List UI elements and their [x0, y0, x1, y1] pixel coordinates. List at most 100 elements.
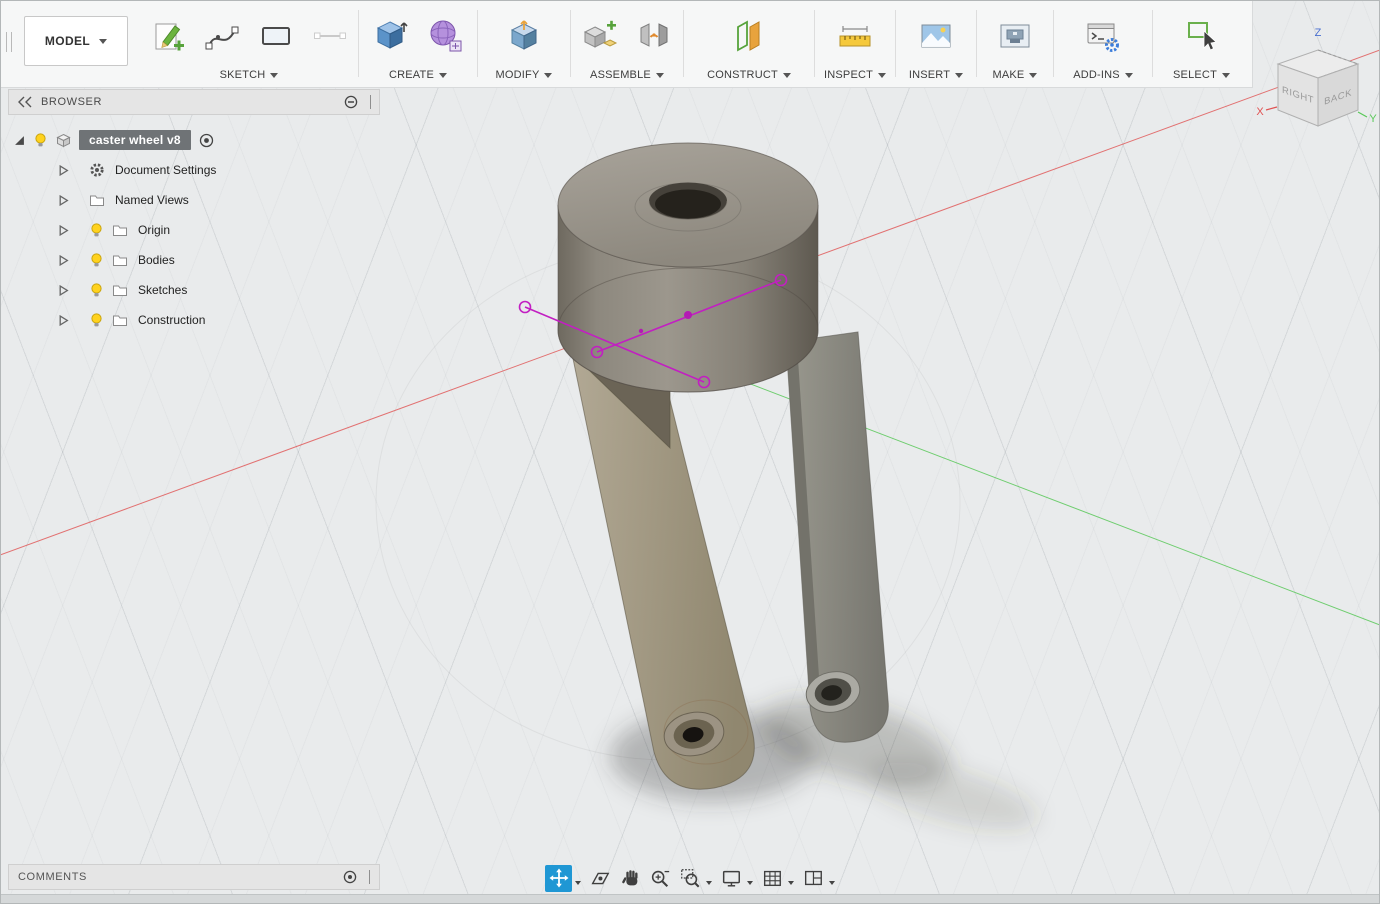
create-box-button[interactable] — [370, 15, 412, 57]
expand-closed-icon[interactable] — [58, 194, 69, 206]
browser-row-root[interactable]: caster wheel v8 — [8, 125, 380, 155]
comments-resize-grip[interactable] — [369, 870, 370, 884]
measure-icon — [839, 25, 871, 46]
look-at-button[interactable] — [586, 865, 613, 892]
cylinder-bore — [648, 182, 728, 220]
pan-hand-button[interactable] — [616, 865, 643, 892]
construct-menu[interactable]: CONSTRUCT — [702, 66, 796, 84]
viewcube-axis-y-label: Y — [1369, 113, 1377, 125]
viewcube-axis-x-label: X — [1256, 106, 1264, 118]
insert-menu[interactable]: INSERT — [904, 66, 968, 84]
pan-move-button[interactable] — [545, 864, 572, 892]
display-settings-icon — [722, 870, 740, 887]
root-item-label[interactable]: caster wheel v8 — [79, 130, 191, 150]
chevron-down-icon — [99, 38, 108, 44]
tree-item-label[interactable]: Origin — [136, 223, 170, 237]
scripts-addins-button[interactable] — [1082, 15, 1124, 57]
spline-button[interactable] — [201, 15, 243, 57]
comments-expand-icon[interactable] — [343, 870, 357, 884]
addins-menu[interactable]: ADD-INS — [1068, 66, 1138, 84]
construction-plane-button[interactable] — [728, 15, 770, 57]
viewports-button[interactable] — [799, 865, 826, 892]
ribbon-group-create: CREATE — [359, 0, 477, 87]
chevron-down-icon — [878, 72, 887, 78]
expand-closed-icon[interactable] — [58, 254, 69, 266]
browser-row-bodies[interactable]: Bodies — [8, 245, 380, 275]
expand-closed-icon[interactable] — [58, 284, 69, 296]
browser-row-origin[interactable]: Origin — [8, 215, 380, 245]
display-settings-button[interactable] — [717, 865, 744, 892]
sketch-midpoint[interactable] — [638, 328, 644, 334]
zoom-button[interactable] — [646, 865, 673, 892]
zoom-window-button[interactable] — [676, 865, 703, 892]
expand-closed-icon[interactable] — [58, 314, 69, 326]
tree-item-label[interactable]: Sketches — [136, 283, 187, 297]
activate-component-radio-icon[interactable] — [199, 133, 214, 148]
tree-item-label[interactable]: Bodies — [136, 253, 175, 267]
press-pull-button[interactable] — [503, 15, 545, 57]
sketch-menu[interactable]: SKETCH — [215, 66, 284, 84]
insert-menu-label: INSERT — [908, 69, 951, 81]
create-form-icon — [430, 20, 462, 51]
visibility-bulb-icon[interactable] — [89, 282, 104, 298]
ribbon-group-select: SELECT — [1153, 0, 1250, 87]
viewcube-x-axis-tick — [1265, 106, 1278, 111]
zoom-menu-caret[interactable] — [706, 881, 712, 885]
select-menu[interactable]: SELECT — [1168, 66, 1235, 84]
chevron-down-icon — [270, 72, 279, 78]
create-form-button[interactable] — [424, 15, 466, 57]
rectangle-tool-button[interactable] — [255, 15, 297, 57]
grid-menu-caret[interactable] — [788, 881, 794, 885]
browser-row-named-views[interactable]: Named Views — [8, 185, 380, 215]
display-menu-caret[interactable] — [747, 881, 753, 885]
create-sketch-button[interactable] — [147, 15, 189, 57]
tree-item-label[interactable]: Named Views — [113, 193, 189, 207]
tree-item-label[interactable]: Construction — [136, 313, 205, 327]
chevron-down-icon — [782, 72, 791, 78]
viewcube-y-axis-tick — [1357, 111, 1368, 118]
assemble-menu[interactable]: ASSEMBLE — [585, 66, 669, 84]
measure-button[interactable] — [834, 15, 876, 57]
toolbar-grip[interactable] — [6, 32, 12, 52]
canvas-icon — [921, 24, 951, 47]
new-component-button[interactable] — [579, 15, 621, 57]
viewcube[interactable]: Z RIGHT BACK X Y — [1250, 20, 1380, 138]
panel-resize-grip[interactable] — [370, 95, 371, 109]
create-menu[interactable]: CREATE — [384, 66, 452, 84]
zoom-window-icon — [680, 869, 699, 888]
browser-title: BROWSER — [41, 96, 103, 108]
visibility-bulb-icon[interactable] — [89, 312, 104, 328]
collapse-panel-icon[interactable] — [17, 96, 33, 108]
expand-closed-icon[interactable] — [58, 224, 69, 236]
modify-menu[interactable]: MODIFY — [491, 66, 558, 84]
navigation-toolbar — [545, 864, 837, 892]
visibility-bulb-icon[interactable] — [89, 252, 104, 268]
panel-minimize-icon[interactable] — [344, 95, 358, 109]
expand-open-icon[interactable] — [14, 135, 25, 146]
browser-header[interactable]: BROWSER — [8, 89, 380, 115]
make-menu[interactable]: MAKE — [988, 66, 1043, 84]
browser-row-construction[interactable]: Construction — [8, 305, 380, 335]
browser-row-sketches[interactable]: Sketches — [8, 275, 380, 305]
expand-closed-icon[interactable] — [58, 164, 69, 176]
insert-canvas-button[interactable] — [915, 15, 957, 57]
grid-snap-button[interactable] — [758, 865, 785, 892]
tree-item-label[interactable]: Document Settings — [113, 163, 216, 177]
make-button[interactable] — [994, 15, 1036, 57]
folder-icon — [113, 255, 127, 266]
viewports-menu-caret[interactable] — [829, 881, 835, 885]
inspect-menu[interactable]: INSPECT — [819, 66, 891, 84]
chevron-down-icon — [544, 72, 553, 78]
sketch-center-point[interactable] — [684, 311, 692, 319]
select-button[interactable] — [1181, 15, 1223, 57]
visibility-bulb-icon[interactable] — [89, 222, 104, 238]
pan-hand-icon — [621, 870, 638, 886]
joint-button[interactable] — [633, 15, 675, 57]
comments-bar[interactable]: COMMENTS — [8, 864, 380, 890]
model-caster-fork[interactable] — [557, 142, 889, 790]
viewcube-axis-z-label: Z — [1315, 27, 1322, 39]
pan-menu-caret[interactable] — [575, 881, 581, 885]
workspace-switcher[interactable]: MODEL — [24, 16, 128, 66]
browser-row-document-settings[interactable]: Document Settings — [8, 155, 380, 185]
visibility-bulb-icon[interactable] — [33, 132, 48, 148]
